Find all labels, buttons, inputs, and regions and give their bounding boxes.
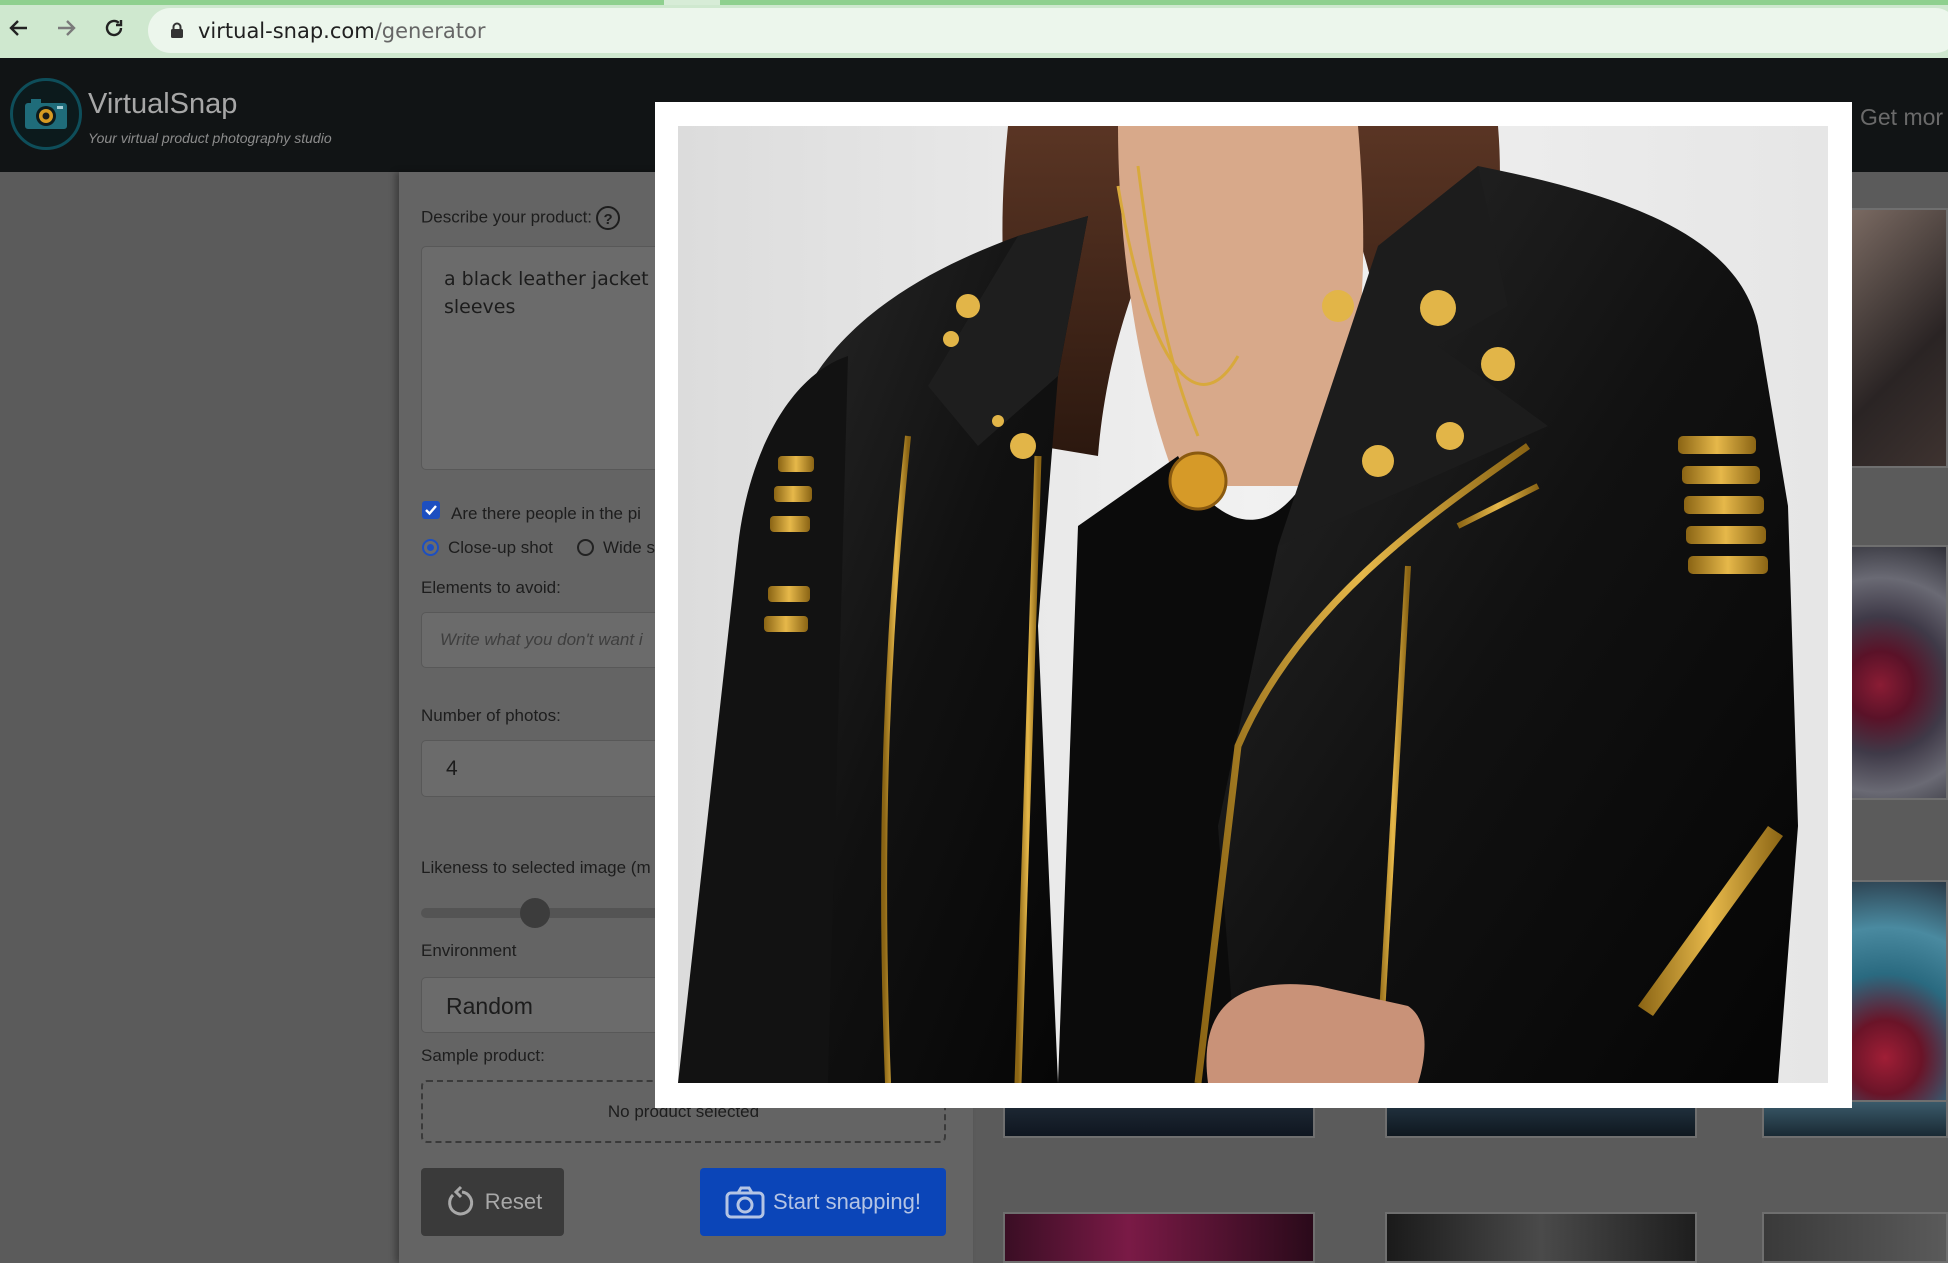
back-arrow-icon[interactable] <box>5 14 33 42</box>
url-text: virtual-snap.com/generator <box>198 19 486 43</box>
brand-tagline: Your virtual product photography studio <box>88 130 332 146</box>
reset-button[interactable]: Reset <box>421 1168 564 1236</box>
people-checkbox-label: Are there people in the pi <box>451 504 641 523</box>
environment-value: Random <box>446 993 533 1019</box>
start-label: Start snapping! <box>773 1189 921 1214</box>
nav-get-more-link[interactable]: Get mor <box>1860 104 1943 131</box>
environment-label: Environment <box>421 941 517 960</box>
gallery-thumb[interactable] <box>1850 880 1948 1135</box>
forward-arrow-icon[interactable] <box>52 14 80 42</box>
wide-shot-radio[interactable] <box>577 539 594 556</box>
likeness-label: Likeness to selected image (m <box>421 858 651 877</box>
reset-label: Reset <box>484 1189 543 1214</box>
gallery-thumb[interactable] <box>1850 208 1948 468</box>
camera-logo-icon[interactable] <box>10 78 82 150</box>
tab-indicator-left <box>0 0 664 5</box>
reload-icon[interactable] <box>100 14 128 42</box>
avoid-label: Elements to avoid: <box>421 578 561 597</box>
address-bar[interactable]: virtual-snap.com/generator <box>148 8 1948 53</box>
sample-label: Sample product: <box>421 1046 545 1065</box>
photos-label: Number of photos: <box>421 706 561 725</box>
close-up-radio[interactable] <box>422 539 439 556</box>
describe-label: Describe your product:? <box>421 206 621 230</box>
gallery-thumb[interactable] <box>1850 545 1948 800</box>
leather-jacket-image <box>678 126 1828 1083</box>
close-up-label: Close-up shot <box>448 538 553 557</box>
gallery-thumb[interactable] <box>1762 1212 1948 1263</box>
help-icon[interactable]: ? <box>596 206 621 230</box>
tab-indicator-right <box>720 0 1948 5</box>
gallery-thumb[interactable] <box>1385 1212 1697 1263</box>
start-snapping-button[interactable]: Start snapping! <box>700 1168 946 1236</box>
photos-value: 4 <box>446 757 458 780</box>
likeness-slider-thumb[interactable] <box>520 898 550 928</box>
avoid-placeholder: Write what you don't want i <box>440 630 643 649</box>
description-text: a black leather jacket wi sleeves <box>444 268 676 318</box>
camera-icon <box>725 1186 765 1219</box>
generated-photo[interactable] <box>678 126 1828 1083</box>
browser-toolbar: virtual-snap.com/generator <box>0 0 1948 58</box>
reset-icon <box>447 1185 473 1216</box>
lock-icon[interactable] <box>170 22 184 44</box>
brand-name[interactable]: VirtualSnap <box>88 88 237 121</box>
wide-shot-label: Wide s <box>603 538 655 557</box>
people-checkbox[interactable] <box>422 501 440 519</box>
gallery-thumb[interactable] <box>1003 1212 1315 1263</box>
